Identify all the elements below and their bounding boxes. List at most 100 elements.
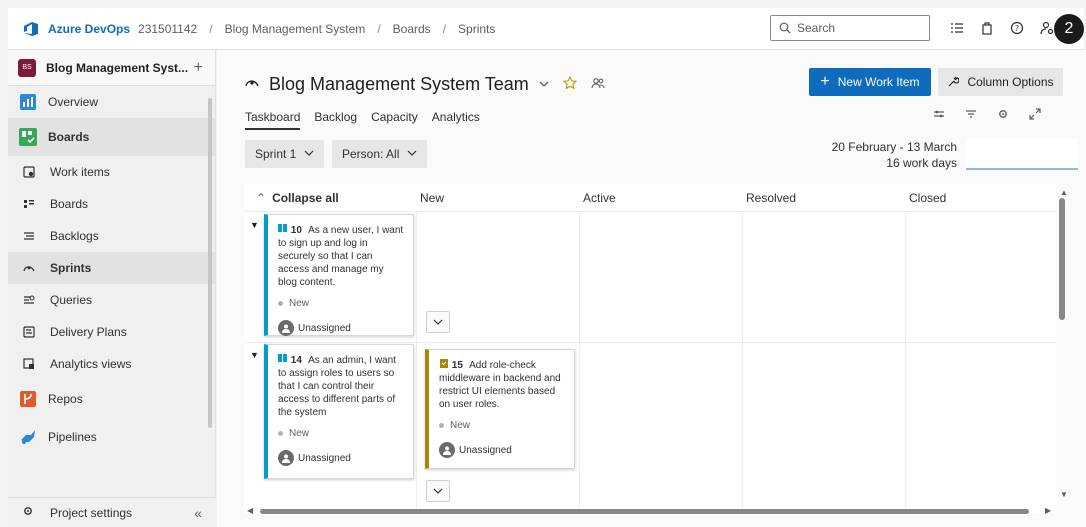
column-header-resolved: Resolved — [746, 190, 797, 205]
new-work-item-button[interactable]: + New Work Item — [809, 68, 931, 96]
tab-taskboard[interactable]: Taskboard — [245, 110, 301, 130]
favorite-star-icon[interactable] — [562, 75, 578, 93]
team-header: Blog Management System Team — [245, 74, 605, 95]
expand-row-button[interactable] — [426, 480, 450, 502]
collapse-all-button[interactable]: ⌃ Collapse all — [256, 191, 339, 205]
settings-gear-icon[interactable] — [997, 108, 1009, 123]
search-box[interactable]: Search — [770, 15, 930, 41]
scroll-up-arrow-icon[interactable]: ▲ — [1060, 188, 1068, 197]
breadcrumb-sprints[interactable]: Sprints — [458, 22, 495, 36]
board-header: ⌃ Collapse all New Active Resolved Closed — [244, 184, 1056, 212]
sidebar-item-queries[interactable]: Queries — [8, 284, 215, 316]
card-assignee[interactable]: Unassigned — [278, 450, 405, 466]
breadcrumb-project[interactable]: Blog Management System — [225, 22, 366, 36]
search-placeholder: Search — [797, 21, 836, 35]
card-state-label[interactable]: New — [450, 419, 470, 432]
state-dot — [278, 431, 283, 436]
project-switcher[interactable]: BS Blog Management Syst... + — [8, 50, 215, 86]
card-state: New — [278, 427, 405, 440]
sidebar-item-overview[interactable]: Overview — [8, 86, 215, 118]
sidebar-item-repos[interactable]: Repos — [8, 380, 215, 418]
tab-backlog[interactable]: Backlog — [314, 110, 357, 130]
fullscreen-icon[interactable] — [1029, 108, 1041, 123]
work-item-card-10[interactable]: 10 As a new user, I want to sign up and … — [264, 214, 414, 336]
sidebar-scrollbar[interactable] — [208, 98, 212, 428]
work-item-card-14[interactable]: 14 As an admin, I want to assign roles t… — [264, 344, 414, 479]
step-badge: 2 — [1054, 14, 1084, 44]
task-clipboard-icon — [439, 359, 449, 371]
sprint-burndown-mini[interactable] — [966, 138, 1078, 170]
state-dot — [439, 423, 444, 428]
collapse-icon: ⌃ — [256, 190, 267, 205]
team-title[interactable]: Blog Management System Team — [269, 74, 529, 95]
unassigned-avatar-icon — [439, 442, 455, 458]
sidebar-item-backlogs[interactable]: Backlogs — [8, 220, 215, 252]
tab-capacity[interactable]: Capacity — [371, 110, 418, 130]
sidebar-item-work-items[interactable]: Work items — [8, 156, 215, 188]
scroll-right-arrow-icon[interactable]: ▶ — [1045, 506, 1051, 515]
taskboard: ⌃ Collapse all New Active Resolved Closed… — [244, 184, 1056, 514]
card-id: 14 — [290, 355, 302, 366]
person-dropdown-label: Person: All — [342, 147, 400, 161]
add-icon[interactable]: + — [194, 59, 203, 77]
card-state-label[interactable]: New — [289, 297, 309, 310]
filter-icon[interactable] — [965, 108, 977, 123]
sidebar-item-analytics-views[interactable]: Analytics views — [8, 348, 215, 380]
wrench-icon — [949, 76, 960, 87]
org-name-link[interactable]: Azure DevOps — [48, 22, 130, 36]
sprint-dropdown[interactable]: Sprint 1 — [245, 140, 325, 168]
task-list-icon[interactable] — [948, 19, 966, 37]
boards-icon — [22, 197, 36, 211]
sidebar-item-label: Boards — [50, 197, 89, 211]
date-range: 20 February - 13 March — [831, 140, 957, 154]
column-header-new: New — [420, 190, 445, 205]
queries-icon — [22, 293, 36, 307]
add-icon: + — [820, 73, 830, 90]
column-options-button[interactable]: Column Options — [938, 68, 1063, 96]
sprint-dates: 20 February - 13 March 16 work days — [817, 139, 957, 171]
team-members-icon[interactable] — [591, 76, 605, 93]
main-content: Blog Management System Team + New Work I… — [217, 50, 1086, 527]
collapse-sidebar-icon[interactable]: « — [194, 505, 202, 521]
user-story-icon — [278, 354, 288, 366]
help-icon[interactable]: ? — [1008, 19, 1026, 37]
boards-hub-icon — [18, 127, 38, 147]
row-divider — [244, 342, 1056, 343]
sprint-icon — [245, 76, 259, 93]
row-collapse-triangle-icon[interactable]: ▼ — [250, 220, 259, 230]
chevron-down-icon — [407, 147, 417, 161]
gear-icon — [22, 505, 34, 520]
marketplace-bag-icon[interactable] — [978, 19, 996, 37]
work-items-icon — [22, 165, 36, 179]
view-options-icon[interactable] — [933, 108, 945, 123]
board-horizontal-scrollbar[interactable] — [260, 509, 1029, 514]
azure-devops-logo-icon[interactable] — [22, 20, 40, 38]
card-assignee[interactable]: Unassigned — [278, 320, 405, 336]
person-dropdown[interactable]: Person: All — [332, 140, 428, 168]
expand-row-button[interactable] — [426, 311, 450, 333]
chevron-down-icon[interactable] — [539, 78, 549, 92]
board-vertical-scrollbar[interactable] — [1059, 198, 1065, 320]
scroll-left-arrow-icon[interactable]: ◀ — [247, 506, 253, 515]
row-collapse-triangle-icon[interactable]: ▼ — [250, 350, 259, 360]
collapse-all-label: Collapse all — [272, 190, 339, 205]
sidebar-item-boards[interactable]: Boards — [8, 188, 215, 220]
org-id-link[interactable]: 231501142 — [138, 22, 197, 36]
chevron-down-icon — [304, 147, 314, 161]
card-assignee[interactable]: Unassigned — [439, 442, 566, 458]
sidebar-item-boards-hub[interactable]: Boards — [8, 118, 215, 156]
user-story-icon — [278, 224, 288, 236]
breadcrumb-boards[interactable]: Boards — [393, 22, 431, 36]
sidebar-item-delivery-plans[interactable]: Delivery Plans — [8, 316, 215, 348]
work-item-card-15[interactable]: 15 Add role-check middleware in backend … — [425, 349, 575, 469]
sidebar-item-sprints[interactable]: Sprints — [8, 252, 215, 284]
project-settings[interactable]: Project settings « — [8, 497, 216, 527]
sidebar-item-label: Backlogs — [50, 229, 99, 243]
unassigned-avatar-icon — [278, 450, 294, 466]
card-state-label[interactable]: New — [289, 427, 309, 440]
sidebar-item-pipelines[interactable]: Pipelines — [8, 418, 215, 456]
tab-analytics[interactable]: Analytics — [432, 110, 480, 130]
sprints-icon — [22, 261, 36, 275]
scroll-down-arrow-icon[interactable]: ▼ — [1060, 490, 1068, 499]
sidebar-item-label: Repos — [48, 392, 83, 406]
